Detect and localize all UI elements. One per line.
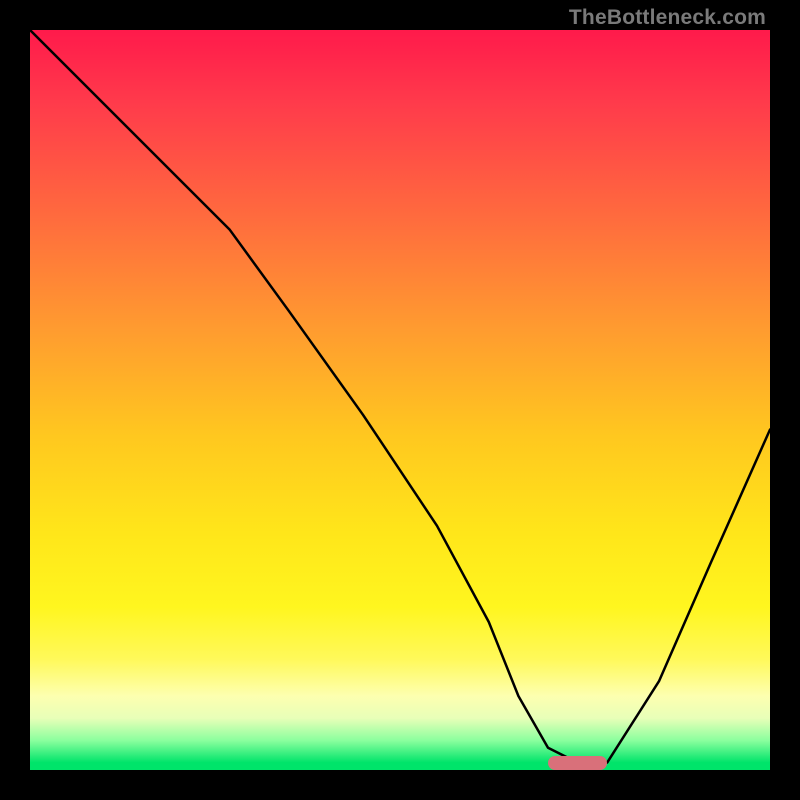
- optimum-marker: [548, 756, 607, 770]
- chart-frame: TheBottleneck.com: [0, 0, 800, 800]
- plot-area: [30, 30, 770, 770]
- watermark-text: TheBottleneck.com: [569, 6, 766, 30]
